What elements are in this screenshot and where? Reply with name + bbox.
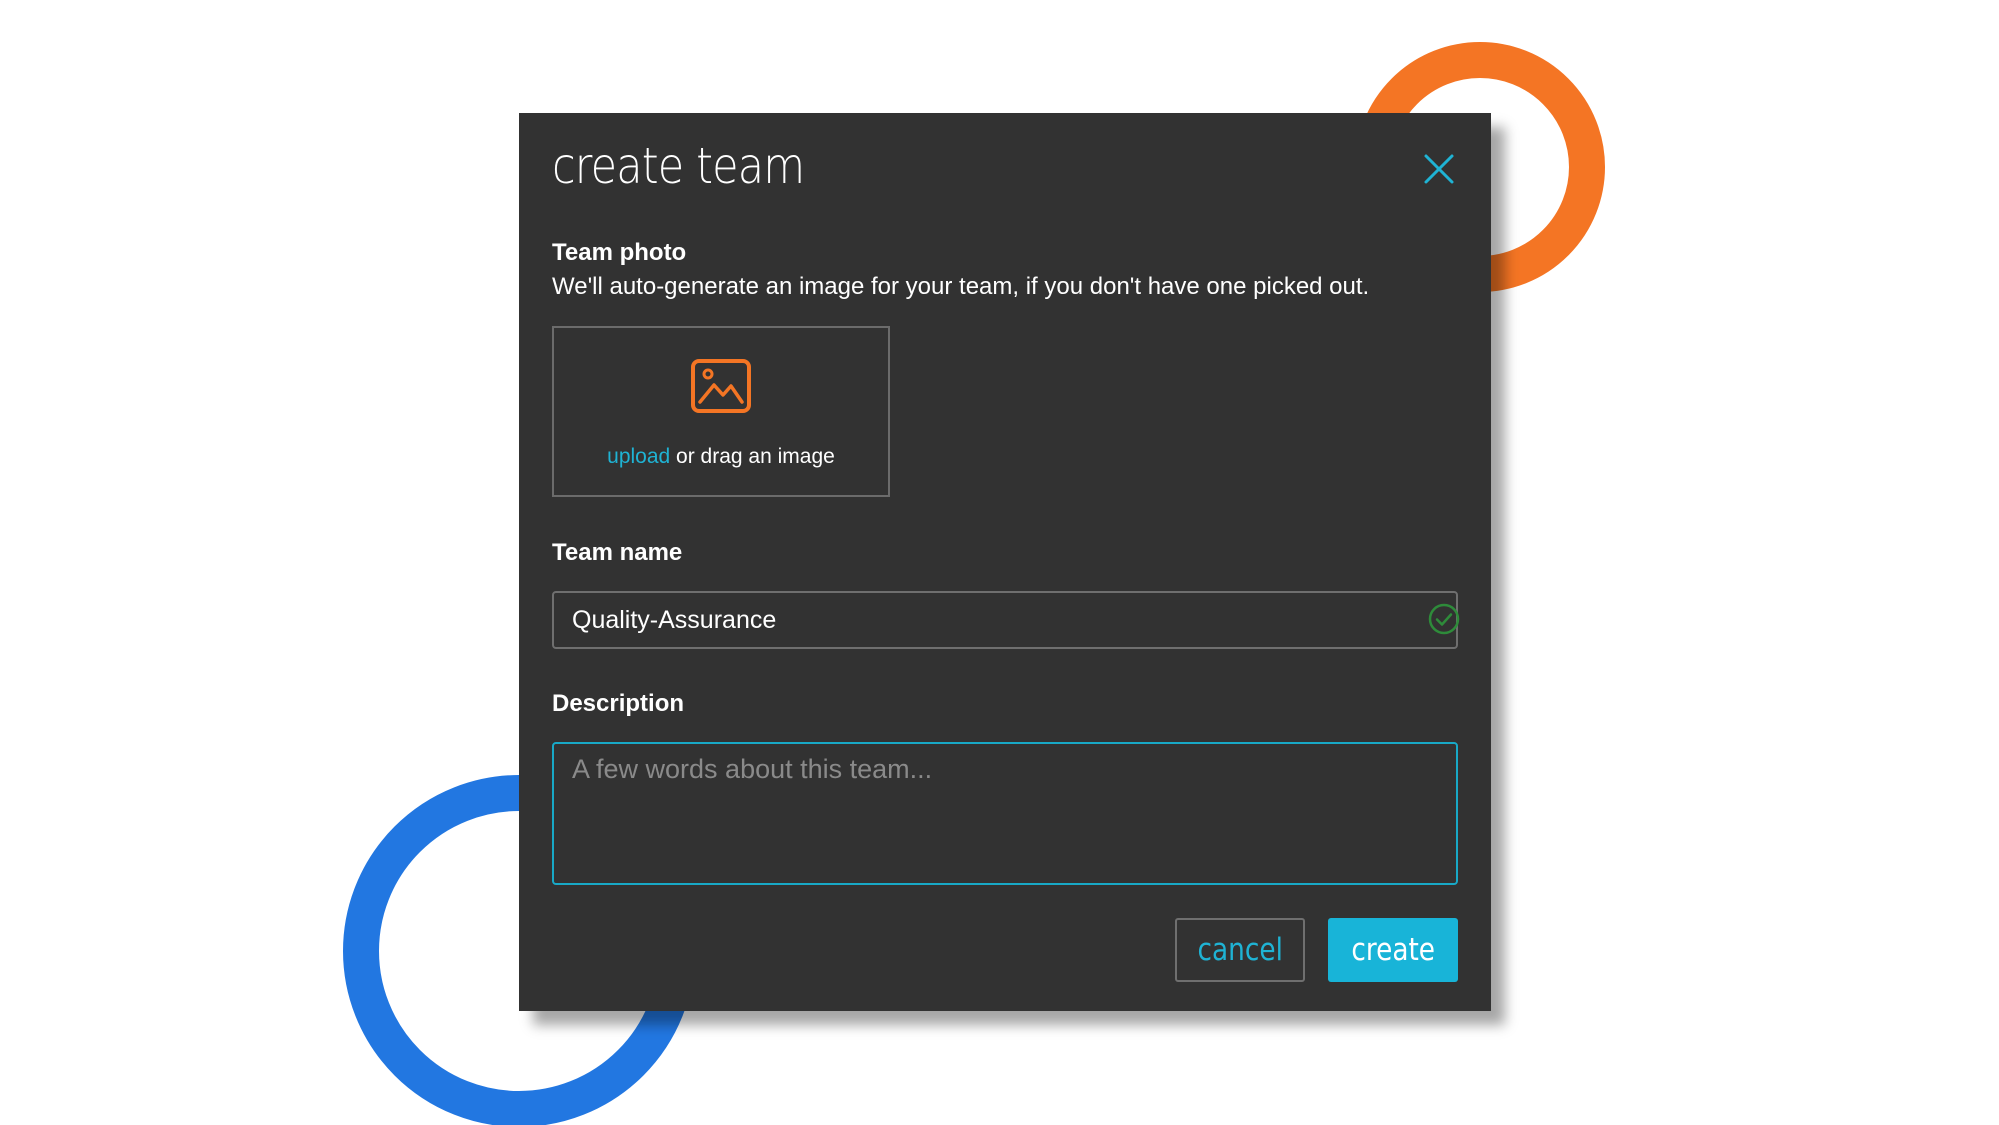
image-icon bbox=[691, 359, 751, 413]
create-team-dialog: create team Team photo We'll auto-genera… bbox=[519, 113, 1491, 1011]
dropzone-text: upload or drag an image bbox=[554, 445, 888, 469]
cancel-button-label: cancel bbox=[1197, 932, 1283, 968]
dialog-title: create team bbox=[552, 137, 805, 195]
description-textarea[interactable] bbox=[552, 742, 1458, 885]
page-stage: create team Team photo We'll auto-genera… bbox=[0, 0, 1999, 1125]
team-name-input[interactable] bbox=[552, 591, 1458, 649]
create-button[interactable]: create bbox=[1328, 918, 1458, 982]
team-name-label: Team name bbox=[552, 539, 683, 566]
cancel-button[interactable]: cancel bbox=[1175, 918, 1305, 982]
close-icon bbox=[1424, 154, 1454, 184]
team-photo-label: Team photo bbox=[552, 239, 687, 266]
create-button-label: create bbox=[1351, 932, 1435, 968]
image-dropzone[interactable]: upload or drag an image bbox=[552, 326, 890, 497]
description-label: Description bbox=[552, 690, 685, 717]
drag-text: or drag an image bbox=[670, 445, 835, 468]
check-circle-icon bbox=[1428, 603, 1460, 635]
team-photo-hint: We'll auto-generate an image for your te… bbox=[552, 273, 1370, 300]
upload-link[interactable]: upload bbox=[607, 445, 670, 468]
close-button[interactable] bbox=[1421, 151, 1457, 187]
